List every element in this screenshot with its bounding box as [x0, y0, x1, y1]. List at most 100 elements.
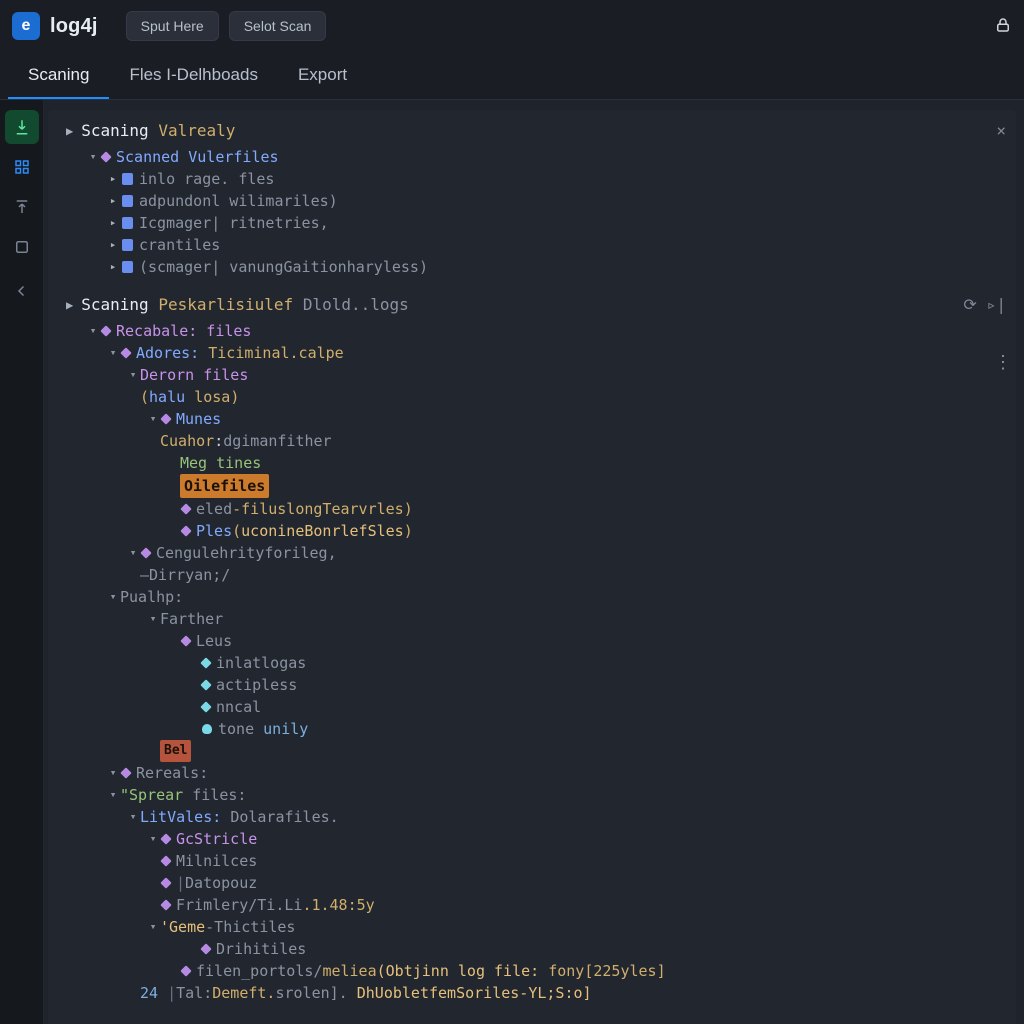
- tree-node[interactable]: tone unily: [48, 718, 1016, 740]
- tree-node[interactable]: (halu losa): [48, 386, 1016, 408]
- node-label: Leus: [196, 630, 232, 652]
- node-label: Cengulehrityforileg,: [156, 542, 337, 564]
- tree-node[interactable]: ▾ 'Geme-Thictiles: [48, 916, 1016, 938]
- tree-node[interactable]: ▾Munes: [48, 408, 1016, 430]
- sidebar: [0, 100, 44, 1024]
- tree-node[interactable]: Oilefiles: [48, 474, 1016, 498]
- tree-node[interactable]: ▸Icgmager| ritnetries,: [48, 212, 1016, 234]
- start-scan-button[interactable]: Selot Scan: [229, 11, 327, 41]
- tab-files-dashboards[interactable]: Fles I-Delhboads: [109, 52, 278, 99]
- node-label: Milnilces: [176, 850, 257, 872]
- node-label: Drihitiles: [216, 938, 306, 960]
- tree-node[interactable]: 24 |Tal:Demeft.srolen]. DhUobletfemSoril…: [48, 982, 1016, 1004]
- node-label: tone unily: [218, 718, 308, 740]
- tree-node[interactable]: ▾ "Sprear files:: [48, 784, 1016, 806]
- tag-badge: Oilefiles: [180, 474, 269, 498]
- node-label: Adores: Ticiminal.calpe: [136, 342, 344, 364]
- tree-node[interactable]: ▾Recabale: files: [48, 320, 1016, 342]
- section-title: Scaning Valrealy: [81, 120, 235, 142]
- tab-bar: Scaning Fles I-Delhboads Export: [0, 52, 1024, 100]
- section-scan-valreally[interactable]: ▶ Scaning Valrealy ×: [48, 116, 1016, 146]
- node-label: Icgmager| ritnetries,: [139, 212, 329, 234]
- node-label: GcStricle: [176, 828, 257, 850]
- node-label: LitVales: Dolarafiles.: [140, 806, 339, 828]
- node-label: Pualhp:: [120, 586, 183, 608]
- node-label: Munes: [176, 408, 221, 430]
- section-skip-icon[interactable]: ▹|: [987, 294, 1006, 316]
- node-label: crantiles: [139, 234, 220, 256]
- node-label: Recabale: files: [116, 320, 251, 342]
- tab-scanning[interactable]: Scaning: [8, 52, 109, 99]
- node-label: Frimlery/Ti.Li.1.48:5y: [176, 894, 375, 916]
- tree-node[interactable]: ▸crantiles: [48, 234, 1016, 256]
- node-label: Farther: [160, 608, 223, 630]
- tree-node[interactable]: | Datopouz: [48, 872, 1016, 894]
- node-label: 'Geme-Thictiles: [160, 916, 295, 938]
- tree-node[interactable]: ▾Cengulehrityforileg,: [48, 542, 1016, 564]
- tree-node[interactable]: ▾Farther: [48, 608, 1016, 630]
- node-label: Rereals:: [136, 762, 208, 784]
- sidebar-item-dash[interactable]: [5, 150, 39, 184]
- tree-node[interactable]: Frimlery/Ti.Li.1.48:5y: [48, 894, 1016, 916]
- tree-node[interactable]: ▾GcStricle: [48, 828, 1016, 850]
- tree-node[interactable]: ▸(scmager| vanungGaitionharyless): [48, 256, 1016, 278]
- tree-node[interactable]: ▾Rereals:: [48, 762, 1016, 784]
- result-tree[interactable]: ▶ Scaning Valrealy × ▾ Scanned Vulerfile…: [48, 116, 1016, 1004]
- section-scan-logs[interactable]: ▶ Scaning Peskarlisiulef Dlold..logs ⟳ ▹…: [48, 290, 1016, 320]
- node-label: Derorn files: [140, 364, 248, 386]
- tab-export[interactable]: Export: [278, 52, 367, 99]
- tree-node[interactable]: ▸adpundonl wilimariles): [48, 190, 1016, 212]
- tree-node[interactable]: ▸inlo rage. fles: [48, 168, 1016, 190]
- node-label: inlatlogas: [216, 652, 306, 674]
- sidebar-collapse[interactable]: [5, 274, 39, 308]
- node-label: Cuahor:dgimanfither: [160, 430, 332, 452]
- section-title: Scaning Peskarlisiulef Dlold..logs: [81, 294, 409, 316]
- node-label: "Sprear files:: [120, 784, 246, 806]
- tree-node[interactable]: ▾ Derorn files: [48, 364, 1016, 386]
- node-label: Ples(uconineBonrlefSles): [196, 520, 413, 542]
- tree-node[interactable]: —Dirryan;/: [48, 564, 1016, 586]
- sidebar-item-scan[interactable]: [5, 110, 39, 144]
- topbar: e log4j Sput Here Selot Scan: [0, 0, 1024, 52]
- section-refresh-icon[interactable]: ⟳: [963, 294, 976, 316]
- download-icon: [13, 118, 31, 136]
- tree-node[interactable]: Drihitiles: [48, 938, 1016, 960]
- tree-node[interactable]: Bel: [48, 740, 1016, 762]
- chevron-left-icon: [13, 282, 31, 300]
- tree-node[interactable]: Meg tines: [48, 452, 1016, 474]
- node-label: inlo rage. fles: [139, 168, 274, 190]
- app-logo: e: [12, 12, 40, 40]
- node-label: eled-filuslongTearvrles): [196, 498, 413, 520]
- node-label: (scmager| vanungGaitionharyless): [139, 256, 428, 278]
- node-label: actipless: [216, 674, 297, 696]
- tree-node[interactable]: ▾ Adores: Ticiminal.calpe: [48, 342, 1016, 364]
- tree-node[interactable]: eled-filuslongTearvrles): [48, 498, 1016, 520]
- content-area: ▶ Scaning Valrealy × ▾ Scanned Vulerfile…: [44, 100, 1024, 1024]
- node-label: 24 |Tal:Demeft.srolen]. DhUobletfemSoril…: [140, 982, 592, 1004]
- tag-badge: Bel: [160, 740, 191, 762]
- sidebar-item-settings[interactable]: [5, 230, 39, 264]
- tree-node[interactable]: actipless: [48, 674, 1016, 696]
- tree-node[interactable]: ▾Pualhp:: [48, 586, 1016, 608]
- tree-node[interactable]: Cuahor:dgimanfither: [48, 430, 1016, 452]
- node-label: adpundonl wilimariles): [139, 190, 338, 212]
- section-close-icon[interactable]: ×: [996, 120, 1006, 142]
- lock-icon[interactable]: [994, 16, 1012, 37]
- sput-here-button[interactable]: Sput Here: [126, 11, 219, 41]
- tree-node[interactable]: ▾ Scanned Vulerfiles: [48, 146, 1016, 168]
- sidebar-item-upload[interactable]: [5, 190, 39, 224]
- node-label: Datopouz: [185, 872, 257, 894]
- tree-node[interactable]: inlatlogas: [48, 652, 1016, 674]
- expand-icon: ▶: [66, 294, 73, 316]
- node-label: Scanned Vulerfiles: [116, 146, 279, 168]
- node-label: Meg tines: [180, 452, 261, 474]
- tree-node[interactable]: Leus: [48, 630, 1016, 652]
- tree-node[interactable]: ▾ LitVales: Dolarafiles.: [48, 806, 1016, 828]
- tree-node[interactable]: Ples(uconineBonrlefSles): [48, 520, 1016, 542]
- tree-node[interactable]: filen_portols/meliea(Obtjinn log file: f…: [48, 960, 1016, 982]
- tree-node[interactable]: Milnilces: [48, 850, 1016, 872]
- tree-node[interactable]: nncal: [48, 696, 1016, 718]
- app-title: log4j: [50, 15, 98, 38]
- box-icon: [13, 238, 31, 256]
- kebab-menu-icon[interactable]: ⋮: [994, 352, 1014, 373]
